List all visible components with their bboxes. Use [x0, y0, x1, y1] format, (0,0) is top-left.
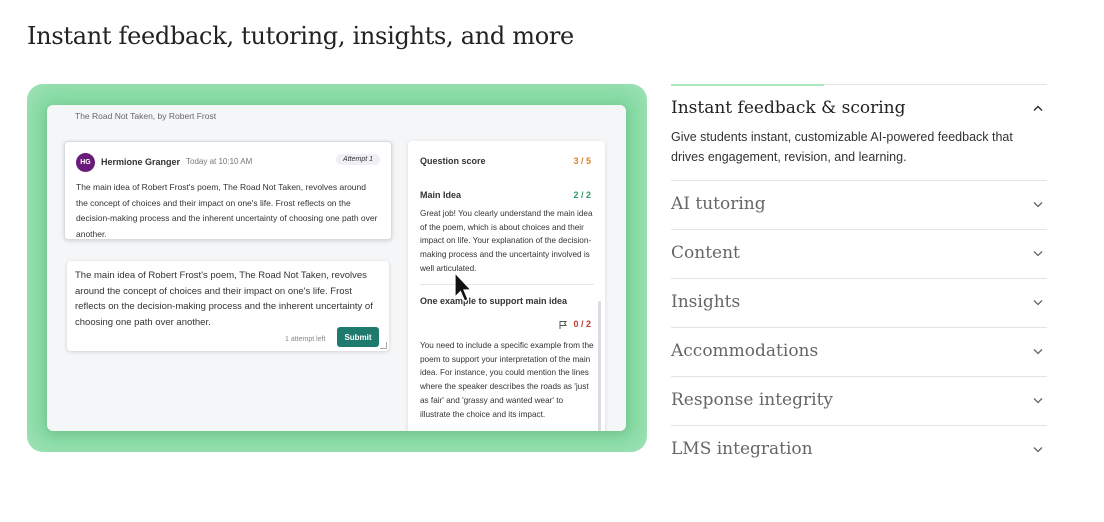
question-score-total: 3 / 5 — [573, 156, 591, 166]
chevron-down-icon[interactable] — [1033, 299, 1043, 306]
criterion-name: One example to support main idea — [420, 296, 568, 306]
accordion-item-label: LMS integration — [671, 439, 813, 459]
divider — [420, 284, 594, 285]
accordion-item-response-integrity[interactable]: Response integrity — [671, 377, 1047, 426]
response-textarea[interactable]: The main idea of Robert Frost's poem, Th… — [75, 268, 381, 330]
accordion-item-label: Accommodations — [671, 341, 819, 361]
accordion-item-accommodations[interactable]: Accommodations — [671, 328, 1047, 377]
flag-icon[interactable] — [558, 320, 568, 330]
criterion-score: 2 / 2 — [573, 190, 591, 200]
accordion-item-insights[interactable]: Insights — [671, 279, 1047, 328]
response-editor[interactable]: The main idea of Robert Frost's poem, Th… — [67, 261, 389, 351]
section-heading: Instant feedback, tutoring, insights, an… — [27, 22, 574, 50]
attempts-left-label: 1 attempt left — [285, 336, 326, 343]
chevron-down-icon[interactable] — [1033, 201, 1043, 208]
attempt-timestamp: Today at 10:10 AM — [186, 157, 253, 166]
criterion-name: Main Idea — [420, 190, 462, 200]
accordion-item-label: Response integrity — [671, 390, 833, 410]
accordion-item-description: Give students instant, customizable AI-p… — [671, 130, 1013, 164]
student-attempt-card: HG Hermione Granger Today at 10:10 AM At… — [64, 141, 392, 240]
scrollbar[interactable] — [598, 301, 601, 431]
student-response: The main idea of Robert Frost's poem, Th… — [76, 182, 378, 239]
accordion-item-label: Insights — [671, 292, 741, 312]
criterion-score: 0 / 2 — [573, 319, 591, 329]
accordion-item-content[interactable]: Content — [671, 230, 1047, 279]
criterion-feedback: You need to include a specific example f… — [420, 341, 594, 419]
criterion-feedback: Great job! You clearly understand the ma… — [420, 209, 593, 273]
chevron-down-icon[interactable] — [1033, 250, 1043, 257]
accordion-item-lms-integration[interactable]: LMS integration — [671, 426, 1047, 474]
chevron-down-icon[interactable] — [1033, 397, 1043, 404]
mouse-cursor-icon — [454, 271, 473, 302]
demo-screen: The Road Not Taken, by Robert Frost HG H… — [47, 105, 626, 431]
avatar: HG — [76, 153, 95, 172]
student-name: Hermione Granger — [101, 157, 181, 167]
score-panel: Question score 3 / 5 Main Idea 2 / 2 Gre… — [408, 141, 605, 431]
accordion-item-label: Content — [671, 243, 740, 263]
accordion-item-ai-tutoring[interactable]: AI tutoring — [671, 181, 1047, 230]
attempt-badge: Attempt 1 — [336, 154, 380, 165]
submit-button[interactable]: Submit — [337, 327, 379, 347]
question-score-label: Question score — [420, 156, 486, 166]
chevron-down-icon[interactable] — [1033, 348, 1043, 355]
chevron-up-icon[interactable] — [1033, 105, 1043, 112]
resize-handle-icon[interactable] — [380, 342, 387, 349]
chevron-down-icon[interactable] — [1033, 446, 1043, 453]
accordion-item-label: AI tutoring — [671, 194, 766, 214]
passage-title: The Road Not Taken, by Robert Frost — [75, 111, 217, 121]
accordion-item-instant-feedback[interactable]: Instant feedback & scoring Give students… — [671, 84, 1047, 181]
accordion-item-label: Instant feedback & scoring — [671, 98, 906, 118]
product-demo-panel: The Road Not Taken, by Robert Frost HG H… — [27, 84, 647, 452]
